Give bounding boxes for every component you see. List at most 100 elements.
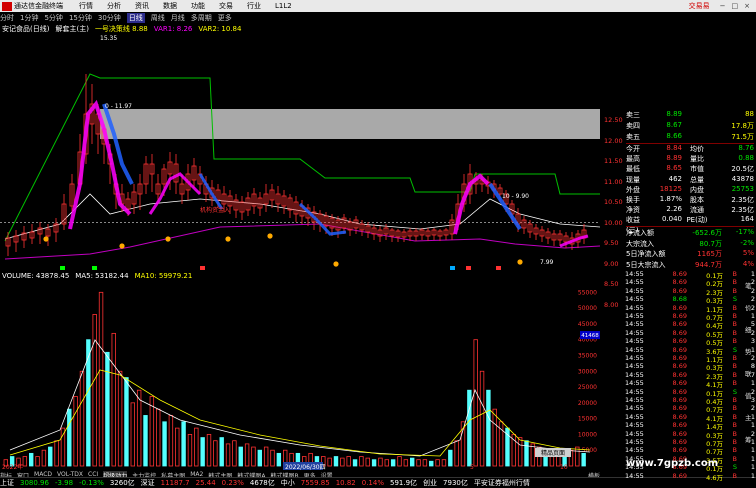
- tick-side: B: [732, 370, 737, 379]
- volume-axis-label: 35000: [578, 352, 597, 359]
- volume-bar: [371, 459, 377, 467]
- tick-row: 14:55 8.69 0.5万 B 3: [625, 337, 755, 347]
- side-tab[interactable]: 主: [745, 412, 752, 422]
- stat-value: 0.040: [661, 215, 682, 224]
- menu-item-gongneng[interactable]: 功能: [191, 1, 205, 11]
- price-low-label: 7.99: [540, 259, 554, 266]
- tick-price: 8.69: [672, 370, 687, 379]
- zx-index-change: 10.82: [335, 479, 356, 487]
- tick-side: B: [732, 337, 737, 346]
- volume-bar: [162, 421, 167, 467]
- volume-bar: [187, 434, 193, 467]
- tick-volume: 0.1万: [706, 272, 723, 280]
- period-tab[interactable]: 日线: [126, 12, 145, 23]
- volume-bar: [333, 456, 339, 467]
- tick-price: 8.69: [672, 379, 687, 388]
- tick-side: B: [732, 328, 737, 337]
- volume-bar: [92, 314, 97, 467]
- menu-item-jiaoyi[interactable]: 交易: [219, 1, 233, 11]
- period-tab[interactable]: 更多: [218, 13, 232, 23]
- volume-bar: [473, 339, 478, 467]
- volume-axis-label: 10000: [578, 431, 597, 438]
- side-tab[interactable]: 筹: [745, 434, 752, 444]
- tick-side: B: [732, 396, 737, 404]
- minimize-button[interactable]: −: [720, 2, 726, 10]
- tick-count: 3: [750, 337, 755, 346]
- side-tab[interactable]: 值: [745, 390, 752, 400]
- tick-side: B: [732, 362, 737, 371]
- volume-bar: [448, 449, 453, 467]
- volume-bar: [225, 443, 231, 467]
- tick-time: 14:55: [625, 404, 644, 413]
- menu-item-hangqing[interactable]: 行情: [79, 1, 93, 11]
- period-tab[interactable]: 分时: [0, 13, 14, 23]
- menu-item-l1l2[interactable]: L1L2: [275, 2, 292, 10]
- tick-time: 14:55: [625, 379, 644, 388]
- volume-bar: [213, 440, 218, 467]
- flow-pct: -17%: [735, 228, 754, 236]
- volume-bar: [251, 446, 256, 467]
- tick-row: 14:55 8.69 0.4万 B 3: [625, 396, 755, 406]
- side-tab[interactable]: 势: [745, 346, 752, 356]
- ask-label: 卖三: [626, 111, 640, 119]
- side-tab[interactable]: 联: [745, 368, 752, 378]
- tick-time: 14:55: [625, 303, 644, 312]
- tick-volume: 0.7万: [706, 406, 723, 415]
- volume-bar: [429, 460, 434, 467]
- volume-bar: [346, 456, 351, 467]
- period-tab[interactable]: 15分钟: [69, 13, 92, 23]
- volume-label: VOLUME: 43878.45: [2, 272, 70, 280]
- tick-side: B: [732, 429, 737, 438]
- side-tab[interactable]: 价: [745, 302, 752, 312]
- tick-side: B: [732, 412, 737, 421]
- menu-item-shuju[interactable]: 数据: [163, 1, 177, 11]
- close-button[interactable]: ×: [744, 2, 750, 10]
- price-axis-label: 11.50: [604, 157, 623, 165]
- flow-value: 80.7万: [699, 239, 722, 248]
- tick-side: B: [732, 471, 737, 480]
- tick-time: 14:55: [625, 438, 644, 446]
- volume-bar: [270, 449, 275, 467]
- price-axis-label: 9.00: [604, 259, 619, 268]
- volume-ma10: MA10: 59979.21: [134, 272, 193, 280]
- period-tab[interactable]: 30分钟: [98, 13, 121, 23]
- indicator-name[interactable]: 解套主(主): [55, 24, 88, 34]
- stat-label: 收益(三): [626, 216, 640, 235]
- period-tab[interactable]: 多周期: [191, 13, 212, 23]
- trade-login-link[interactable]: 交易易: [689, 1, 710, 11]
- menu-item-fenxi[interactable]: 分析: [107, 1, 121, 11]
- candlestick-chart[interactable]: 15.35 0 - 11.97 10 - 9.90 7.99 机构资金入: [0, 34, 600, 270]
- volume-bar: [479, 370, 485, 467]
- tick-price: 8.69: [672, 270, 687, 278]
- sh-index-pct: -0.13%: [79, 479, 104, 487]
- ask-label: 卖五: [626, 133, 640, 141]
- tick-time: 14:55: [625, 370, 644, 379]
- money-bag-icon: [165, 236, 171, 242]
- tick-volume: 0.2万: [706, 280, 723, 289]
- volume-chart[interactable]: 5500050000450004000035000300002500020000…: [0, 280, 600, 470]
- tick-side: B: [732, 379, 737, 388]
- period-tab[interactable]: 月线: [171, 13, 185, 23]
- tick-price: 8.69: [672, 328, 687, 337]
- capital-inflow-label: 机构资金入: [200, 206, 230, 214]
- ask-price: 8.89: [666, 110, 682, 118]
- menu-item-zixun[interactable]: 资讯: [135, 1, 149, 11]
- side-tab[interactable]: 笔: [745, 280, 752, 290]
- chart-info-bar: 安记食品(日线) 解套主(主) 一号决策线 8.88 VAR1: 8.26 VA…: [2, 24, 241, 34]
- volume-bar: [48, 446, 53, 467]
- tick-volume: 4.1万: [706, 414, 723, 423]
- period-tab[interactable]: 周线: [151, 13, 165, 23]
- volume-bar: [54, 440, 59, 467]
- side-tab[interactable]: 细: [745, 324, 752, 334]
- date-label-right: 10: [560, 464, 568, 470]
- period-tab[interactable]: 5分钟: [44, 13, 62, 23]
- money-bag-icon: [225, 236, 231, 242]
- tick-side: B: [732, 320, 737, 329]
- menu-item-hangye[interactable]: 行业: [247, 1, 261, 11]
- tick-count: 1: [750, 446, 755, 455]
- tick-price: 8.69: [672, 320, 687, 329]
- maximize-button[interactable]: □: [732, 2, 739, 10]
- volume-bar: [403, 459, 409, 467]
- period-tab[interactable]: 1分钟: [20, 13, 38, 23]
- tick-volume: 0.3万: [706, 431, 723, 440]
